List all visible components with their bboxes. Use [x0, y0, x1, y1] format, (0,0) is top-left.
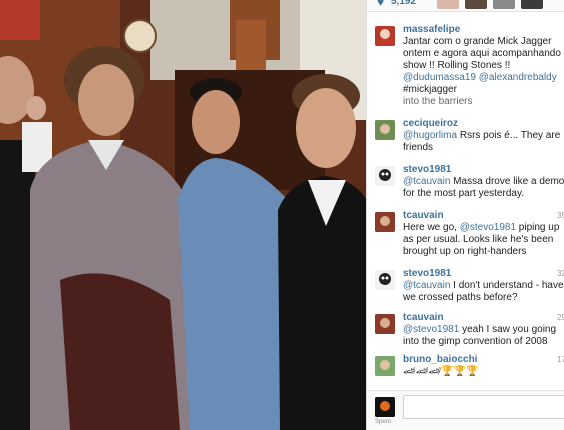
comment-username[interactable]: ceciqueiroz	[403, 118, 458, 130]
comment-username[interactable]: bruno_baiocchi	[403, 354, 477, 366]
comment-text: 🏎🏎🏎🏆🏆🏆	[403, 366, 564, 378]
overflow-text: into the barriers	[403, 96, 473, 107]
avatar[interactable]	[375, 26, 395, 46]
comment-footer: Spero	[367, 390, 564, 430]
liker-avatar[interactable]	[465, 0, 487, 9]
avatar[interactable]	[375, 120, 395, 140]
caption-line: ontem e agora aqui acompanhando	[403, 48, 561, 59]
comment-mention[interactable]: @tcauvain	[403, 280, 450, 291]
caption-line: show !! Rolling Stones !!	[403, 60, 511, 71]
like-count[interactable]: 5,192	[391, 0, 416, 8]
avatar[interactable]	[375, 212, 395, 232]
comment-text: @stevo1981 yeah I saw you going into the…	[403, 324, 564, 348]
liker-avatar[interactable]	[437, 0, 459, 9]
likes-bar: ♥ 5,192	[367, 0, 564, 12]
comment-body: 🏎🏎🏎🏆🏆🏆	[403, 366, 479, 377]
comment-mention[interactable]: @hugorlima	[403, 130, 457, 141]
comment-text: @hugorlima Rsrs pois é... They are frien…	[403, 130, 564, 154]
avatar[interactable]	[375, 166, 395, 186]
app-label: Spero	[375, 419, 392, 425]
avatar[interactable]	[375, 314, 395, 334]
caption-line: Jantar com o grande Mick Jagger	[403, 36, 552, 47]
caption-username[interactable]: massafelipe	[403, 24, 460, 36]
liker-avatar[interactable]	[493, 0, 515, 9]
comment-text: @tcauvain Massa drove like a demon for t…	[403, 176, 564, 200]
comment-text: Here we go, @stevo1981 piping up as per …	[403, 222, 564, 258]
liker-avatar[interactable]	[521, 0, 543, 9]
comment-text: @tcauvain I don't understand - have we c…	[403, 280, 564, 304]
post-photo[interactable]	[0, 0, 366, 430]
comments-scrollbar[interactable]	[560, 14, 564, 386]
comment-username[interactable]: stevo1981	[403, 268, 451, 280]
comment-body: Here we go,	[403, 222, 460, 233]
avatar[interactable]	[375, 356, 395, 376]
caption-text: Jantar com o grande Mick Jagger ontem e …	[403, 36, 564, 108]
caption-mentions[interactable]: @dudumassa19 @alexandrebaldy	[403, 72, 564, 84]
avatar[interactable]	[375, 270, 395, 290]
comment-mention[interactable]: @stevo1981	[460, 222, 516, 233]
comment-mention[interactable]: @tcauvain	[403, 176, 450, 187]
comment-input[interactable]	[403, 395, 564, 419]
photo-scene	[0, 0, 366, 430]
comment-username[interactable]: tcauvain	[403, 210, 444, 222]
comments-sidebar: ♥ 5,192 massafelipe Jantar com o grande …	[366, 0, 564, 430]
comment-username[interactable]: tcauvain	[403, 312, 444, 324]
heart-icon[interactable]: ♥	[377, 0, 389, 8]
caption-hashtag[interactable]: #mickjagger	[403, 84, 564, 96]
comment-username[interactable]: stevo1981	[403, 164, 451, 176]
comment-list[interactable]: massafelipe Jantar com o grande Mick Jag…	[367, 14, 564, 386]
current-user-avatar	[375, 397, 395, 417]
comment-mention[interactable]: @stevo1981	[403, 324, 459, 335]
